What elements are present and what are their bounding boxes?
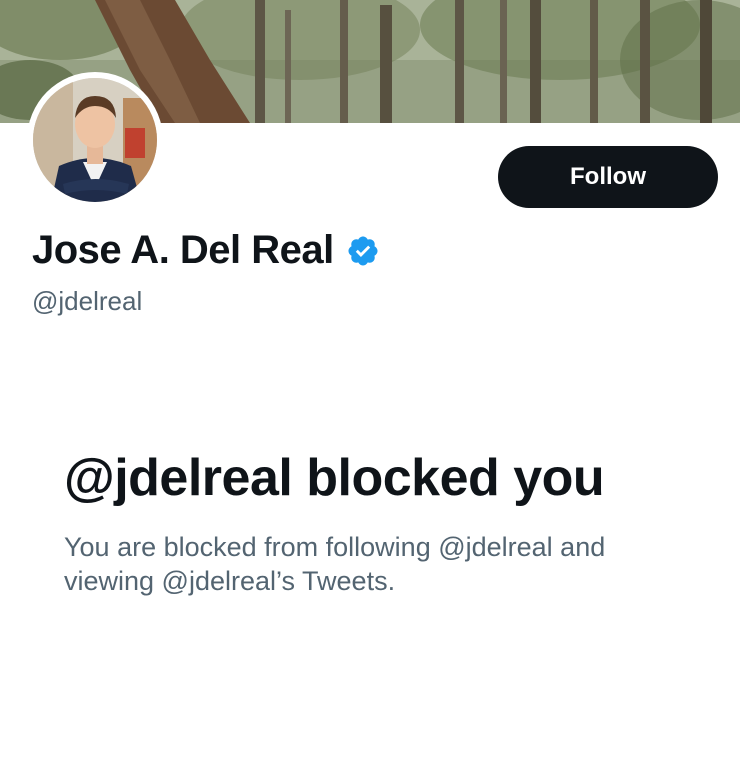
profile-name-row: Jose A. Del Real	[32, 228, 380, 273]
verified-badge-icon	[346, 234, 380, 268]
display-name: Jose A. Del Real	[32, 228, 334, 272]
blocked-description: You are blocked from following @jdelreal…	[64, 532, 606, 596]
avatar-image	[33, 78, 157, 202]
profile-handle: @jdelreal	[32, 286, 143, 316]
profile-avatar[interactable]	[27, 72, 163, 208]
blocked-title: @jdelreal blocked you	[64, 449, 605, 507]
follow-button[interactable]: Follow	[498, 146, 718, 208]
